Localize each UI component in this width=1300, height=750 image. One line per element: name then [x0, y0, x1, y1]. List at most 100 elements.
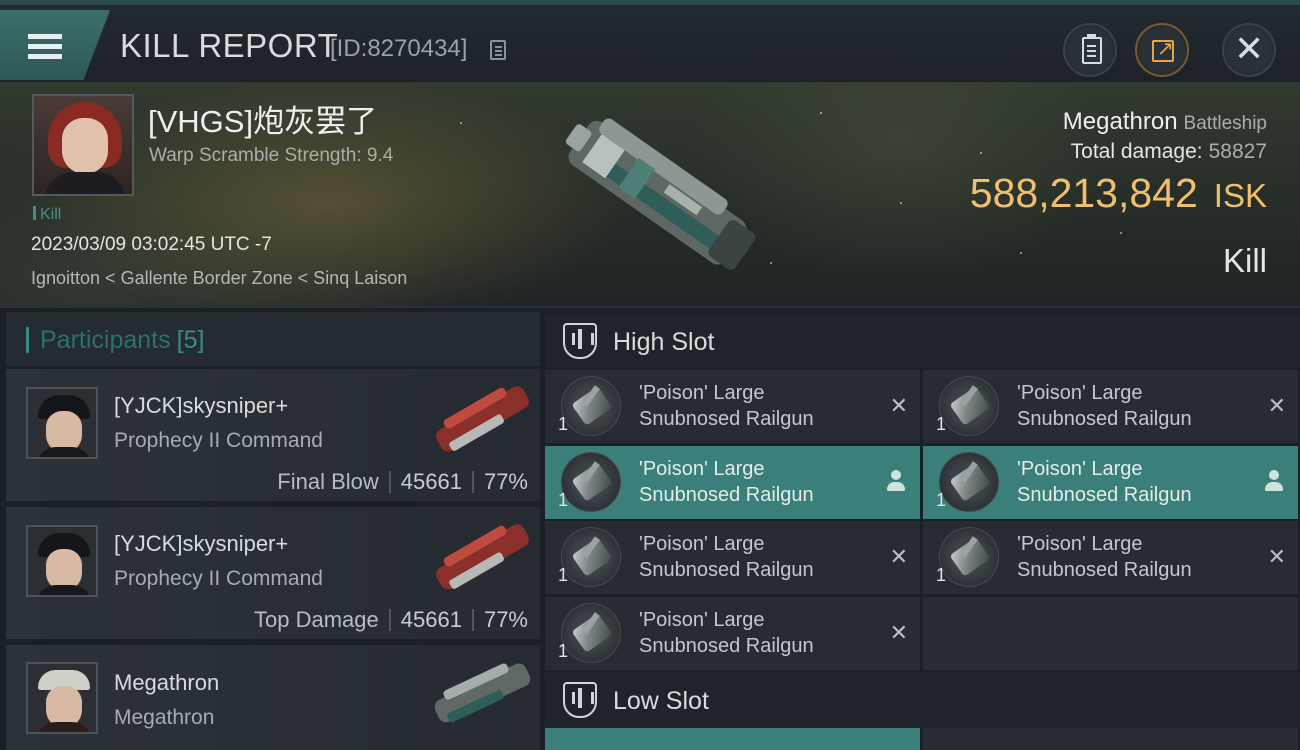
copy-icon[interactable] [490, 40, 506, 60]
participant-name: [YJCK]skysniper+ [114, 393, 289, 418]
x-icon: ✕ [889, 621, 908, 646]
x-icon: ✕ [1267, 394, 1286, 419]
participant-stats: Final Blow 45661 77% [277, 469, 528, 495]
participants-count: [5] [176, 326, 205, 354]
participant-damage: 45661 [400, 607, 462, 632]
module-item[interactable] [545, 728, 920, 750]
isk-value: 588,213,842 ISK [970, 170, 1267, 217]
pilot-icon [1265, 470, 1283, 492]
victim-name[interactable]: [VHGS]炮灰罢了 [148, 96, 377, 141]
module-item[interactable]: 1 'Poison' Large Snubnosed Railgun ✕ [545, 521, 920, 594]
participant-card[interactable]: Megathron Megathron [6, 645, 540, 750]
module-name: 'Poison' Large Snubnosed Railgun [1017, 458, 1192, 506]
participant-role: Top Damage [254, 607, 379, 632]
participant-percent: 77% [483, 607, 528, 632]
isk-amount: 588,213,842 [969, 170, 1198, 216]
participant-ship-image [436, 386, 529, 452]
kill-tag: Kill [33, 206, 61, 224]
x-icon: ✕ [1267, 545, 1286, 570]
participant-name: [YJCK]skysniper+ [114, 531, 289, 556]
participant-name: Megathron [114, 670, 220, 695]
pilot-icon [887, 470, 905, 492]
module-item[interactable] [923, 728, 1298, 750]
module-quantity: 1 [558, 414, 569, 434]
victim-ship-class: Battleship [1183, 113, 1267, 134]
share-button[interactable] [1135, 23, 1189, 77]
slot-icon [563, 682, 597, 718]
participant-card[interactable]: [YJCK]skysniper+ Prophecy II Command Fin… [6, 369, 540, 501]
participant-avatar[interactable] [26, 525, 98, 597]
module-quantity: 1 [936, 414, 947, 434]
victim-ship-image[interactable] [530, 96, 780, 296]
participant-card[interactable]: [YJCK]skysniper+ Prophecy II Command Top… [6, 507, 540, 639]
module-quantity: 1 [558, 641, 569, 661]
participant-avatar[interactable] [26, 387, 98, 459]
report-id: [ID:8270434] [330, 35, 468, 62]
clipboard-icon [1082, 34, 1102, 64]
participant-ship: Megathron [114, 706, 215, 729]
module-name: 'Poison' Large Snubnosed Railgun [639, 382, 814, 430]
module-name: 'Poison' Large Snubnosed Railgun [639, 533, 814, 581]
kill-location[interactable]: Ignoitton < Gallente Border Zone < Sinq … [31, 268, 407, 289]
slot-icon [563, 323, 597, 359]
empty-slot-cell [923, 597, 1298, 670]
participant-damage: 45661 [400, 469, 462, 494]
railgun-icon [561, 527, 621, 587]
close-icon: ✕ [1234, 29, 1265, 70]
module-item[interactable]: 1 'Poison' Large Snubnosed Railgun [545, 446, 920, 519]
participant-ship: Prophecy II Command [114, 567, 323, 590]
module-quantity: 1 [558, 490, 569, 510]
module-name: 'Poison' Large Snubnosed Railgun [639, 609, 814, 657]
total-damage-label: Total damage: [1070, 140, 1203, 163]
hamburger-icon[interactable] [28, 34, 62, 60]
participant-ship: Prophecy II Command [114, 429, 323, 452]
railgun-icon [939, 376, 999, 436]
victim-summary: [VHGS]炮灰罢了 Warp Scramble Strength: 9.4 K… [0, 82, 1300, 308]
railgun-icon [561, 452, 621, 512]
railgun-icon [939, 527, 999, 587]
railgun-icon [561, 603, 621, 663]
menu-tab[interactable] [0, 10, 110, 80]
clipboard-button[interactable] [1063, 23, 1117, 77]
share-icon [1152, 36, 1174, 62]
participant-avatar[interactable] [26, 662, 98, 734]
isk-unit: ISK [1213, 177, 1267, 214]
participant-role: Final Blow [277, 469, 379, 494]
high-slot-header: High Slot [545, 314, 1300, 368]
module-name: 'Poison' Large Snubnosed Railgun [1017, 533, 1192, 581]
module-item[interactable]: 1 'Poison' Large Snubnosed Railgun ✕ [545, 597, 920, 670]
module-item[interactable]: 1 'Poison' Large Snubnosed Railgun ✕ [545, 370, 920, 443]
module-quantity: 1 [558, 565, 569, 585]
participant-ship-image [436, 524, 529, 590]
participant-percent: 77% [483, 469, 528, 494]
participants-label: Participants [40, 326, 171, 354]
participants-header: Participants [5] [6, 312, 540, 366]
close-button[interactable]: ✕ [1222, 23, 1276, 77]
x-icon: ✕ [889, 545, 908, 570]
victim-avatar[interactable] [32, 94, 134, 196]
low-slot-label: Low Slot [613, 687, 709, 715]
module-quantity: 1 [936, 565, 947, 585]
participant-stats: Top Damage 45661 77% [254, 607, 528, 633]
total-damage: Total damage: 58827 [1071, 140, 1267, 164]
warp-scramble-strength: Warp Scramble Strength: 9.4 [149, 145, 394, 166]
module-item[interactable]: 1 'Poison' Large Snubnosed Railgun ✕ [923, 521, 1298, 594]
module-name: 'Poison' Large Snubnosed Railgun [639, 458, 814, 506]
low-slot-header: Low Slot [545, 673, 1300, 727]
x-icon: ✕ [889, 394, 908, 419]
title-bar: KILL REPORT [ID:8270434] ✕ [0, 0, 1300, 82]
module-item[interactable]: 1 'Poison' Large Snubnosed Railgun [923, 446, 1298, 519]
module-item[interactable]: 1 'Poison' Large Snubnosed Railgun ✕ [923, 370, 1298, 443]
participant-ship-image [434, 663, 531, 723]
kill-datetime: 2023/03/09 03:02:45 UTC -7 [31, 234, 272, 255]
page-title: KILL REPORT [120, 27, 339, 64]
victim-ship-info: Megathron Battleship [1063, 108, 1267, 136]
module-quantity: 1 [936, 490, 947, 510]
victim-ship-name[interactable]: Megathron [1063, 108, 1178, 135]
total-damage-value: 58827 [1208, 140, 1267, 163]
railgun-icon [939, 452, 999, 512]
module-name: 'Poison' Large Snubnosed Railgun [1017, 382, 1192, 430]
railgun-icon [561, 376, 621, 436]
high-slot-label: High Slot [613, 328, 715, 356]
kill-result: Kill [1222, 242, 1267, 279]
